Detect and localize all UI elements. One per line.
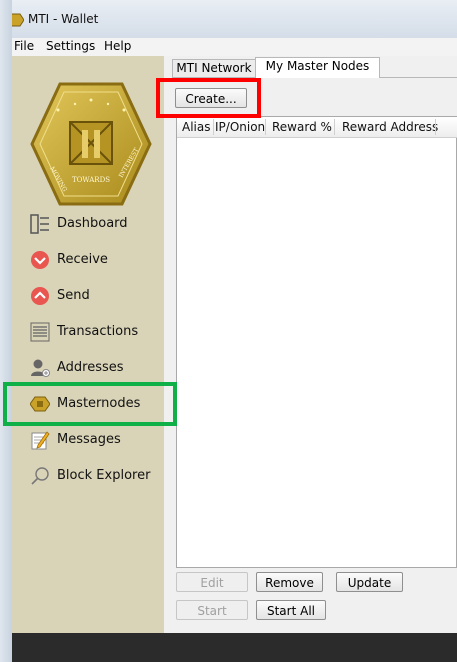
column-header-alias[interactable]: Alias — [182, 120, 210, 134]
column-header-ip-onion[interactable]: IP/Onion — [215, 120, 265, 134]
sidebar-item-addresses[interactable]: Addresses — [26, 352, 166, 384]
dashboard-icon — [30, 214, 49, 234]
start-button[interactable]: Start — [176, 600, 248, 620]
sidebar-item-block-explorer[interactable]: Block Explorer — [26, 460, 166, 492]
logo-bottom-text: TOWARDS — [72, 176, 110, 184]
sidebar-item-label: Receive — [57, 252, 108, 267]
receive-icon — [31, 251, 49, 269]
sidebar-item-dashboard[interactable]: Dashboard — [26, 208, 166, 240]
mti-logo: TOWARDS MOVING INTEREST — [30, 82, 152, 206]
window-title: MTI - Wallet — [28, 12, 99, 26]
status-bar — [12, 633, 457, 662]
remove-button[interactable]: Remove — [256, 572, 323, 592]
menu-bar: File Settings Help — [12, 38, 457, 57]
table-header: Alias IP/Onion Reward % Reward Address — [177, 117, 457, 138]
sidebar-item-messages[interactable]: Messages — [26, 424, 166, 456]
tab-my-master-nodes[interactable]: My Master Nodes — [255, 57, 380, 78]
window-frame — [0, 0, 12, 662]
column-header-reward-address[interactable]: Reward Address — [342, 120, 438, 134]
sidebar-item-label: Block Explorer — [57, 468, 151, 483]
sidebar-item-label: Send — [57, 288, 90, 303]
main-panel: MTI Network My Master Nodes Create... Al… — [164, 56, 457, 633]
edit-button[interactable]: Edit — [176, 572, 248, 592]
addresses-icon — [31, 359, 50, 377]
column-divider — [213, 119, 214, 135]
sidebar-item-send[interactable]: Send — [26, 280, 166, 312]
search-icon — [31, 467, 49, 485]
column-header-reward-percent[interactable]: Reward % — [272, 120, 332, 134]
create-button-highlight — [156, 78, 261, 118]
sidebar-item-label: Dashboard — [57, 216, 128, 231]
send-icon — [31, 287, 49, 305]
update-button[interactable]: Update — [336, 572, 403, 592]
title-bar: MTI - Wallet — [0, 0, 457, 38]
menu-settings[interactable]: Settings — [46, 39, 95, 53]
messages-icon — [31, 431, 50, 450]
sidebar-item-receive[interactable]: Receive — [26, 244, 166, 276]
sidebar: TOWARDS MOVING INTEREST Dashboard Receiv… — [12, 56, 164, 633]
menu-help[interactable]: Help — [104, 39, 131, 53]
menu-file[interactable]: File — [14, 39, 34, 53]
masternodes-table: Alias IP/Onion Reward % Reward Address — [176, 116, 457, 568]
start-all-button[interactable]: Start All — [256, 600, 326, 620]
sidebar-item-label: Addresses — [57, 360, 124, 375]
column-divider — [334, 119, 335, 135]
column-divider — [435, 119, 436, 135]
sidebar-item-label: Transactions — [57, 324, 139, 339]
column-divider — [265, 119, 266, 135]
sidebar-item-label: Messages — [57, 432, 121, 447]
tab-mti-network[interactable]: MTI Network — [172, 59, 256, 77]
masternodes-highlight — [3, 382, 177, 426]
sidebar-item-transactions[interactable]: Transactions — [26, 316, 166, 348]
transactions-icon — [30, 322, 50, 342]
